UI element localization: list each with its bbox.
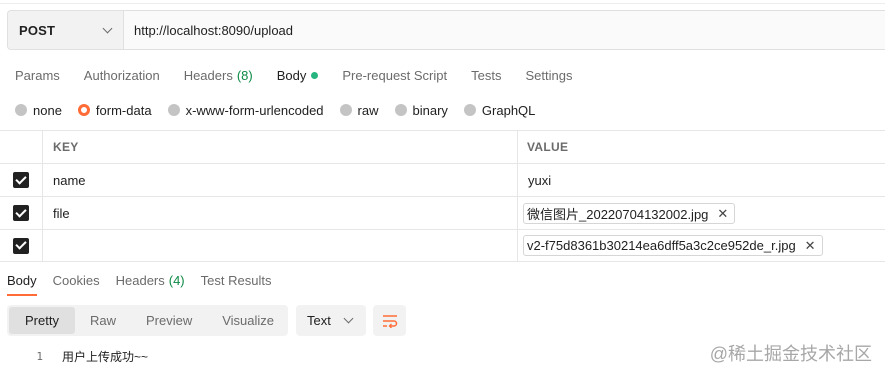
row-checkbox[interactable] <box>13 237 29 254</box>
close-icon[interactable]: ✕ <box>805 239 816 252</box>
file-chip: v2-f75d8361b30214ea6dff5a3c2ce952de_r.jp… <box>523 235 823 256</box>
tab-label: Test Results <box>200 273 272 288</box>
tab-headers[interactable]: Headers (8) <box>184 66 253 84</box>
row-checkbox[interactable] <box>13 205 29 221</box>
tab-label: Settings <box>525 67 573 83</box>
view-raw-button[interactable]: Raw <box>75 307 131 334</box>
body-type-radios: none form-data x-www-form-urlencoded raw… <box>15 102 551 118</box>
top-divider <box>0 3 885 4</box>
tab-label: Body <box>7 273 37 288</box>
radio-label: raw <box>357 102 379 118</box>
method-select[interactable]: POST <box>8 11 124 49</box>
request-bar: POST http://localhost:8090/upload <box>7 10 885 50</box>
tab-pre-request-script[interactable]: Pre-request Script <box>342 66 447 84</box>
key-text: file <box>53 205 70 221</box>
format-label: Text <box>307 313 331 328</box>
tab-params[interactable]: Params <box>15 66 60 84</box>
response-tabs: Body Cookies Headers (4) Test Results <box>0 266 885 296</box>
tab-label: Cookies <box>52 273 100 288</box>
tab-label: Body <box>276 67 307 83</box>
row-check-cell <box>0 230 43 261</box>
value-cell[interactable]: yuxi <box>518 164 885 196</box>
response-headers-count: (4) <box>168 273 185 288</box>
key-cell[interactable]: name <box>43 164 518 196</box>
row-check-cell <box>0 197 43 229</box>
request-tabs: Params Authorization Headers (8) Body Pre… <box>15 66 596 84</box>
radio-x-www-form-urlencoded[interactable]: x-www-form-urlencoded <box>167 102 324 118</box>
table-row: file 微信图片_20220704132002.jpg ✕ <box>0 196 885 229</box>
line-number: 1 <box>36 349 43 363</box>
chevron-down-icon <box>102 23 113 33</box>
key-cell[interactable] <box>43 230 518 261</box>
value-column-header: VALUE <box>527 140 569 154</box>
radio-raw[interactable]: raw <box>339 102 379 118</box>
view-mode-segmented-control: Pretty Raw Preview Visualize <box>7 305 288 336</box>
value-cell: v2-f75d8361b30214ea6dff5a3c2ce952de_r.jp… <box>518 230 885 261</box>
tab-tests[interactable]: Tests <box>471 66 501 84</box>
key-text: name <box>53 172 86 188</box>
radio-circle-icon <box>167 104 180 116</box>
response-line: 1 用户上传成功~~ <box>0 347 148 365</box>
value-cell: 微信图片_20220704132002.jpg ✕ <box>518 197 885 229</box>
view-preview-button[interactable]: Preview <box>131 307 207 334</box>
file-name: v2-f75d8361b30214ea6dff5a3c2ce952de_r.jp… <box>527 238 796 253</box>
chevron-down-icon <box>343 313 354 324</box>
radio-binary[interactable]: binary <box>394 102 448 118</box>
tab-body[interactable]: Body <box>277 66 319 84</box>
watermark: @稀土掘金技术社区 <box>709 344 872 364</box>
tab-authorization[interactable]: Authorization <box>84 66 160 84</box>
response-tab-test-results[interactable]: Test Results <box>201 266 272 296</box>
tab-settings[interactable]: Settings <box>525 66 572 84</box>
view-visualize-button[interactable]: Visualize <box>207 307 289 334</box>
body-indicator-dot-icon <box>311 71 319 79</box>
view-pretty-button[interactable]: Pretty <box>9 307 75 334</box>
value-text: yuxi <box>528 172 552 188</box>
wrap-lines-button[interactable] <box>373 305 406 336</box>
format-select[interactable]: Text <box>296 305 366 336</box>
row-check-cell <box>0 164 43 196</box>
tab-label: Authorization <box>83 67 160 83</box>
method-label: POST <box>19 22 56 38</box>
response-tab-cookies[interactable]: Cookies <box>53 266 100 296</box>
close-icon[interactable]: ✕ <box>717 207 728 220</box>
key-cell[interactable]: file <box>43 197 518 229</box>
radio-label: GraphQL <box>481 102 536 118</box>
file-chip: 微信图片_20220704132002.jpg ✕ <box>523 202 736 224</box>
tab-label: Headers <box>115 273 165 288</box>
radio-label: form-data <box>95 102 152 118</box>
tab-label: Params <box>15 67 60 83</box>
radio-circle-icon <box>394 104 407 116</box>
radio-label: x-www-form-urlencoded <box>185 102 324 118</box>
headers-count: (8) <box>236 67 253 83</box>
response-tab-body[interactable]: Body <box>7 266 37 296</box>
table-row: v2-f75d8361b30214ea6dff5a3c2ce952de_r.jp… <box>0 229 885 262</box>
row-checkbox[interactable] <box>13 172 29 188</box>
radio-form-data[interactable]: form-data <box>77 102 152 118</box>
radio-graphql[interactable]: GraphQL <box>463 102 536 118</box>
radio-label: none <box>33 102 62 118</box>
tab-label: Pre-request Script <box>342 67 448 83</box>
table-header-row: KEY VALUE <box>0 130 885 163</box>
radio-selected-icon <box>77 104 90 116</box>
header-check-cell <box>0 131 43 163</box>
tab-label: Tests <box>471 67 502 83</box>
table-row: name yuxi <box>0 163 885 196</box>
key-column-header: KEY <box>43 131 518 163</box>
tab-label: Headers <box>183 67 233 83</box>
url-input[interactable]: http://localhost:8090/upload <box>124 11 885 49</box>
form-data-table: KEY VALUE name yuxi file 微信图片_2022070413… <box>0 130 885 262</box>
response-tab-headers[interactable]: Headers (4) <box>116 266 185 296</box>
radio-circle-icon <box>15 104 27 116</box>
file-name: 微信图片_20220704132002.jpg <box>527 206 709 222</box>
wrap-lines-icon <box>382 314 397 328</box>
response-text: 用户上传成功~~ <box>62 349 149 364</box>
radio-circle-icon <box>463 104 476 116</box>
radio-circle-icon <box>339 104 352 116</box>
radio-label: binary <box>412 102 448 118</box>
radio-none[interactable]: none <box>15 103 62 118</box>
